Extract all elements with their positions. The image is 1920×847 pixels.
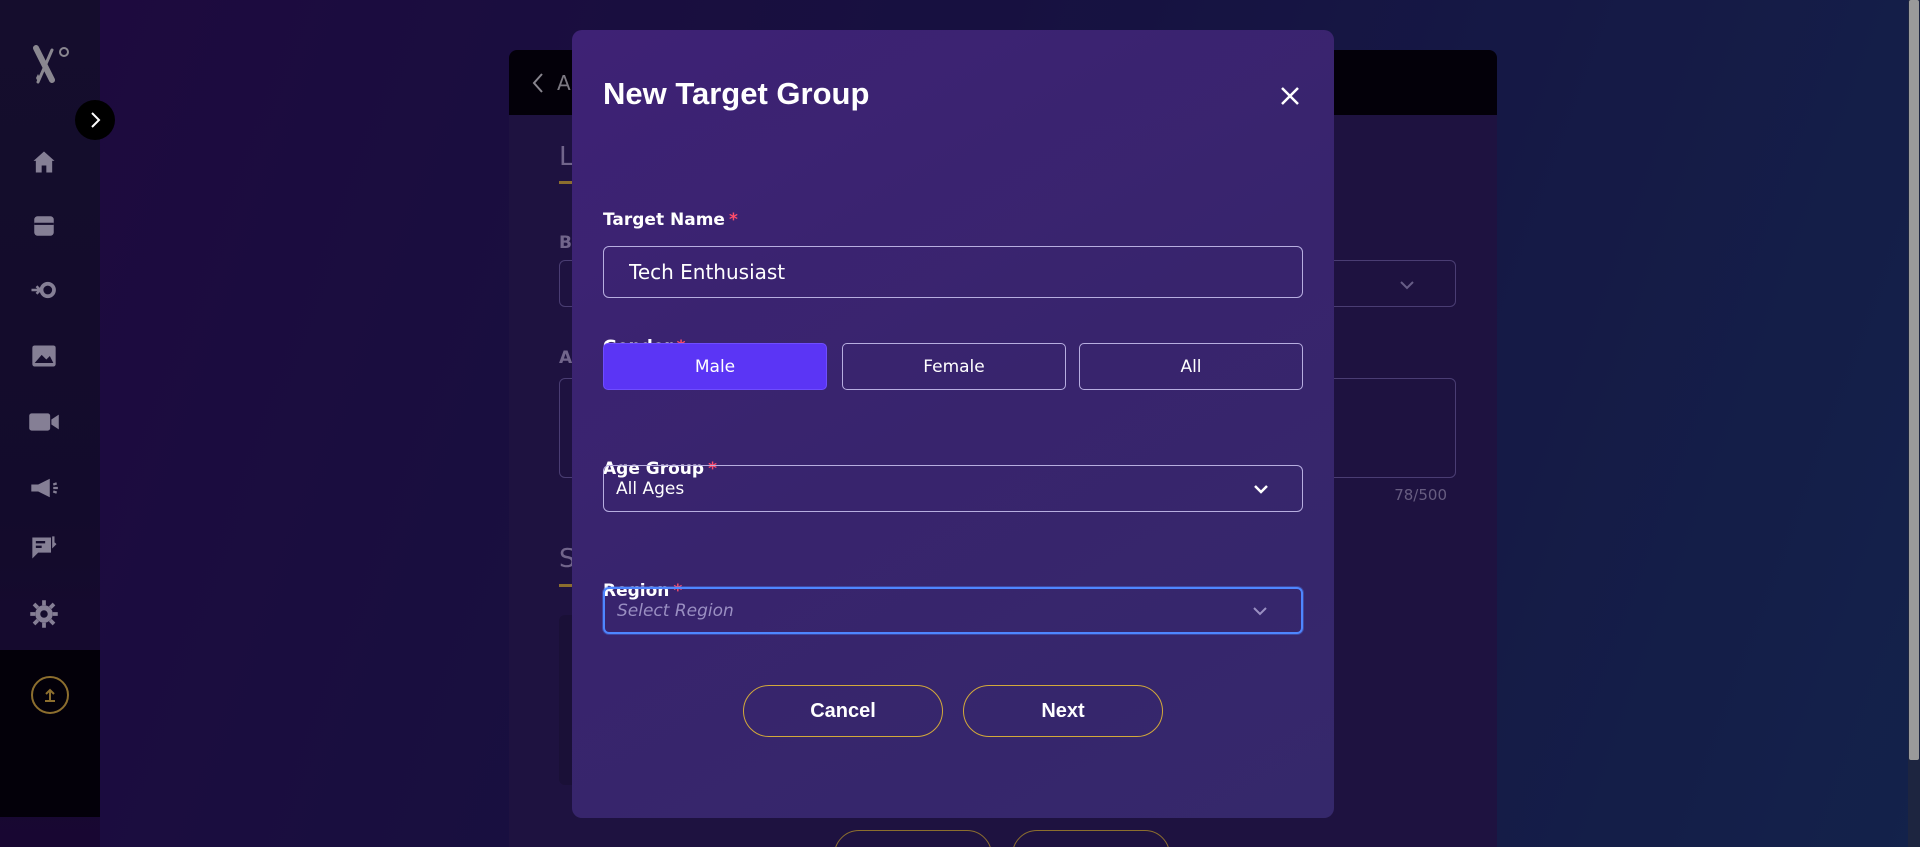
region-select[interactable]: Select Region <box>603 587 1303 634</box>
gender-female-button[interactable]: Female <box>842 343 1066 390</box>
target-name-label: Target Name * <box>603 210 738 230</box>
age-group-select[interactable]: All Ages <box>603 465 1303 512</box>
target-name-input[interactable] <box>603 246 1303 298</box>
close-icon[interactable] <box>1276 82 1304 110</box>
chevron-down-icon <box>1254 484 1268 494</box>
gender-all-button[interactable]: All <box>1079 343 1303 390</box>
next-button[interactable]: Next <box>963 685 1163 737</box>
required-mark: * <box>728 210 738 230</box>
new-target-group-modal: New Target Group Target Name* Gender* Ma… <box>572 30 1334 818</box>
age-group-value: All Ages <box>616 478 685 499</box>
scrollbar[interactable] <box>1908 0 1920 847</box>
gender-male-button[interactable]: Male <box>603 343 827 390</box>
modal-title: New Target Group <box>603 76 870 111</box>
region-placeholder: Select Region <box>617 600 734 621</box>
chevron-right-icon <box>91 112 101 128</box>
chevron-down-icon <box>1253 606 1267 615</box>
target-name-label-text: Target Name <box>603 210 725 230</box>
cancel-button[interactable]: Cancel <box>743 685 943 737</box>
expand-sidebar-button[interactable] <box>75 100 115 140</box>
scrollbar-thumb[interactable] <box>1909 0 1919 760</box>
